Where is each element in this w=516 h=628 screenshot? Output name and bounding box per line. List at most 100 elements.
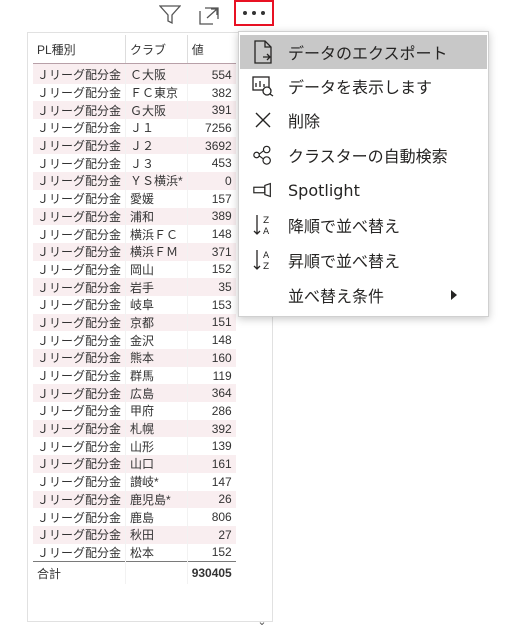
menu-item-sort-ascending[interactable]: AZ 昇順で並べ替え (240, 243, 487, 277)
table-row[interactable]: Ｊリーグ配分金 鹿児島* 26 (33, 490, 236, 509)
table-row[interactable]: Ｊリーグ配分金 ＦＣ東京 382 (33, 83, 236, 102)
table-row[interactable]: Ｊリーグ配分金 浦和 389 (33, 207, 236, 226)
pl-type-cell: Ｊリーグ配分金 (33, 313, 126, 332)
table-row[interactable]: Ｊリーグ配分金 熊本 160 (33, 349, 236, 367)
value-cell: 391 (186, 101, 236, 120)
value-cell: 3692 (186, 136, 236, 155)
table-row[interactable]: Ｊリーグ配分金 広島 364 (33, 384, 236, 403)
club-cell: 横浜ＦＣ (125, 225, 188, 243)
table-row[interactable]: Ｊリーグ配分金 愛媛 157 (33, 189, 236, 208)
menu-item-sort-descending[interactable]: ZA 降順で並べ替え (240, 208, 487, 242)
value-cell: 119 (186, 366, 236, 385)
value-cell: 152 (186, 543, 236, 562)
value-cell: 27 (186, 525, 236, 544)
pl-type-cell: Ｊリーグ配分金 (33, 472, 126, 491)
value-cell: 26 (186, 490, 236, 509)
pl-type-cell: Ｊリーグ配分金 (33, 525, 126, 544)
value-cell: 286 (186, 402, 236, 420)
table-row[interactable]: Ｊリーグ配分金 秋田 27 (33, 525, 236, 544)
value-cell: 453 (186, 154, 236, 173)
menu-item-spotlight[interactable]: Spotlight (240, 173, 487, 207)
pl-type-cell: Ｊリーグ配分金 (33, 366, 126, 385)
table-row[interactable]: Ｊリーグ配分金 甲府 286 (33, 402, 236, 420)
menu-item-label: データのエクスポート (288, 44, 448, 63)
table-row[interactable]: Ｊリーグ配分金 横浜ＦＣ 148 (33, 225, 236, 243)
club-cell: 金沢 (125, 331, 188, 349)
table-row[interactable]: Ｊリーグ配分金 岡山 152 (33, 260, 236, 279)
pl-type-cell: Ｊリーグ配分金 (33, 225, 126, 243)
menu-item-label: 昇順で並べ替え (288, 252, 401, 271)
more-options-icon (243, 11, 265, 15)
table-row[interactable]: Ｊリーグ配分金 京都 151 (33, 313, 236, 332)
menu-item-label: 削除 (288, 112, 321, 131)
table-row[interactable]: Ｊリーグ配分金 Ｊ２ 3692 (33, 136, 236, 155)
club-cell: ＦＣ東京 (125, 83, 188, 102)
club-cell: 横浜ＦＭ (125, 242, 188, 261)
menu-item-sort-by[interactable]: 並べ替え条件 (240, 278, 487, 312)
table-row[interactable]: Ｊリーグ配分金 岐阜 153 (33, 295, 236, 314)
club-cell: 鹿児島* (125, 490, 188, 509)
menu-item-show-data[interactable]: データを表示します (240, 69, 487, 103)
table-row[interactable]: Ｊリーグ配分金 Ｊ１ 7256 (33, 119, 236, 137)
club-cell: Ｊ２ (125, 136, 188, 155)
total-empty-cell (125, 561, 188, 585)
export-icon (252, 40, 274, 64)
table-row[interactable]: Ｊリーグ配分金 Ｊ３ 453 (33, 154, 236, 173)
club-cell: 松本 (125, 543, 188, 562)
pl-type-cell: Ｊリーグ配分金 (33, 136, 126, 155)
column-header-pl-type[interactable]: PL種別 (33, 35, 126, 64)
table-row[interactable]: Ｊリーグ配分金 讃岐* 147 (33, 472, 236, 491)
value-cell: 139 (186, 437, 236, 456)
pl-type-cell: Ｊリーグ配分金 (33, 331, 126, 349)
more-options-button[interactable] (234, 0, 274, 26)
club-cell: 山口 (125, 455, 188, 473)
club-cell: 岐阜 (125, 295, 188, 314)
total-row: 合計 930405 (33, 561, 236, 585)
svg-text:A: A (263, 251, 270, 261)
pl-type-cell: Ｊリーグ配分金 (33, 83, 126, 102)
table-row[interactable]: Ｊリーグ配分金 山形 139 (33, 437, 236, 456)
pl-type-cell: Ｊリーグ配分金 (33, 402, 126, 420)
data-table: PL種別 クラブ 値 Ｊリーグ配分金 Ｃ大阪 554 Ｊリーグ配分金 ＦＣ東京 382 Ｊリ… (33, 35, 236, 585)
menu-item-remove[interactable]: 削除 (240, 103, 487, 137)
pl-type-cell: Ｊリーグ配分金 (33, 508, 126, 526)
club-cell: ＹＳ横浜* (125, 172, 188, 190)
pl-type-cell: Ｊリーグ配分金 (33, 455, 126, 473)
table-row[interactable]: Ｊリーグ配分金 松本 152 (33, 543, 236, 562)
pl-type-cell: Ｊリーグ配分金 (33, 260, 126, 279)
club-cell: Ｊ３ (125, 154, 188, 173)
value-cell: 160 (186, 349, 236, 367)
focus-mode-icon[interactable] (197, 5, 221, 27)
value-cell: 392 (186, 419, 236, 438)
table-row[interactable]: Ｊリーグ配分金 岩手 35 (33, 278, 236, 296)
table-header-row: PL種別 クラブ 値 (33, 35, 236, 64)
table-row[interactable]: Ｊリーグ配分金 横浜ＦＭ 371 (33, 242, 236, 261)
pl-type-cell: Ｊリーグ配分金 (33, 189, 126, 208)
table-row[interactable]: Ｊリーグ配分金 金沢 148 (33, 331, 236, 349)
value-cell: 389 (186, 207, 236, 226)
menu-item-export-data[interactable]: データのエクスポート (240, 35, 487, 69)
column-header-value[interactable]: 値 (186, 35, 236, 64)
value-cell: 382 (186, 83, 236, 102)
table-row[interactable]: Ｊリーグ配分金 札幌 392 (33, 419, 236, 438)
sort-ascending-icon: AZ (252, 248, 274, 272)
value-cell: 151 (186, 313, 236, 332)
table-row[interactable]: Ｊリーグ配分金 鹿島 806 (33, 508, 236, 526)
table-row[interactable]: Ｊリーグ配分金 Ｃ大阪 554 (33, 63, 236, 84)
column-header-club[interactable]: クラブ (125, 35, 188, 64)
club-cell: 広島 (125, 384, 188, 403)
table-row[interactable]: Ｊリーグ配分金 山口 161 (33, 455, 236, 473)
value-cell: 35 (186, 278, 236, 296)
club-cell: 愛媛 (125, 189, 188, 208)
table-row[interactable]: Ｊリーグ配分金 群馬 119 (33, 366, 236, 385)
table-row[interactable]: Ｊリーグ配分金 ＹＳ横浜* 0 (33, 172, 236, 190)
table-row[interactable]: Ｊリーグ配分金 Ｇ大阪 391 (33, 101, 236, 120)
scroll-down-icon[interactable]: ⌄ (257, 615, 267, 628)
total-value: 930405 (186, 561, 236, 585)
menu-item-auto-find-clusters[interactable]: クラスターの自動検索 (240, 138, 487, 172)
filter-icon[interactable] (157, 4, 183, 26)
value-cell: 147 (186, 472, 236, 491)
pl-type-cell: Ｊリーグ配分金 (33, 490, 126, 509)
club-cell: Ｊ１ (125, 119, 188, 137)
svg-text:A: A (263, 227, 270, 237)
